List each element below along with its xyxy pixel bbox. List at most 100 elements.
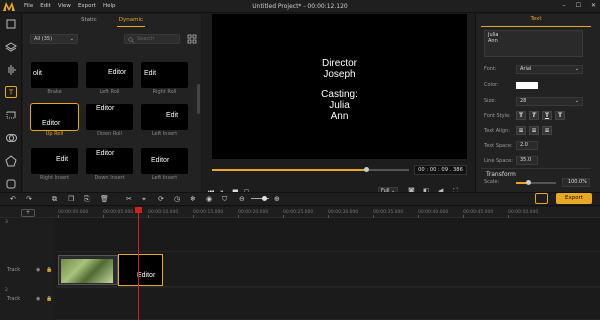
sticker-icon[interactable] — [5, 178, 17, 190]
video-clip[interactable] — [58, 255, 118, 285]
color-swatch[interactable] — [516, 82, 538, 89]
text-clip[interactable]: Editor — [118, 254, 163, 286]
align-right-icon[interactable]: ≡ — [542, 126, 552, 135]
section-divider — [481, 168, 591, 169]
undo-icon[interactable]: ↶ — [10, 195, 16, 203]
template-thumb-down-insert[interactable]: Editor — [86, 148, 133, 174]
eye-icon[interactable]: ◉ — [36, 296, 40, 302]
template-thumb-brake[interactable]: olit — [31, 62, 78, 88]
preview-line-1: Director — [321, 58, 357, 69]
freeze-icon[interactable]: ❄ — [190, 195, 196, 203]
template-label: Left Roll — [99, 89, 120, 95]
maximize-icon[interactable]: ☐ — [576, 2, 581, 9]
export-button[interactable]: Export — [556, 193, 592, 204]
search-input[interactable]: Search — [124, 34, 180, 44]
track-number: 2 — [5, 288, 8, 293]
paste-icon[interactable]: ⎘ — [84, 195, 90, 204]
template-thumb-up-roll[interactable]: Editor — [30, 103, 79, 131]
scale-input[interactable]: 100.0% — [562, 178, 590, 187]
speed-icon[interactable]: ◷ — [174, 195, 180, 203]
template-thumb-right-roll[interactable]: Edit — [141, 62, 188, 88]
close-icon[interactable]: ✕ — [591, 2, 596, 9]
template-label: Right Roll — [152, 89, 177, 95]
shield-icon[interactable]: ⛉ — [222, 195, 227, 204]
copy-icon[interactable]: ❐ — [68, 195, 74, 203]
redo-icon[interactable]: ↷ — [26, 195, 32, 203]
split-icon[interactable]: ✂ — [126, 195, 132, 203]
filter-icon[interactable] — [5, 132, 17, 144]
align-left-icon[interactable]: ≡ — [516, 126, 526, 135]
adjust-settings-icon[interactable] — [535, 193, 548, 204]
layers-icon[interactable] — [5, 41, 17, 53]
bold-button[interactable]: T — [516, 111, 526, 120]
timeline-zoom-knob[interactable] — [262, 196, 267, 201]
tab-text[interactable]: Text — [481, 16, 591, 27]
library-tabs: Static Dynamic — [23, 16, 201, 27]
template-thumb-down-roll[interactable]: Editor — [86, 104, 133, 130]
thumb-text: Edit — [166, 112, 179, 119]
ruler-tick-label: 00:00:05.000 — [103, 210, 134, 215]
transition-icon[interactable] — [5, 109, 17, 121]
media-rail: T — [0, 14, 22, 192]
text-space-input[interactable]: 2.0 — [516, 141, 538, 150]
delete-icon[interactable]: 🗑 — [100, 195, 109, 203]
grid-view-icon[interactable] — [187, 34, 197, 44]
audio-icon[interactable] — [5, 64, 17, 76]
marker-icon[interactable]: ⌖ — [142, 195, 146, 204]
align-center-icon[interactable]: ≡ — [529, 126, 539, 135]
title-bar: File Edit View Export Help Untitled Proj… — [0, 0, 600, 13]
template-thumb-left-insert[interactable]: Edit — [141, 104, 188, 130]
ruler-tick-label: 00:00:30.000 — [328, 210, 359, 215]
tab-static[interactable]: Static — [79, 16, 99, 27]
scale-slider[interactable] — [516, 180, 556, 185]
category-select[interactable]: All (35) ⌄ — [30, 34, 78, 44]
chevron-down-icon: ⌄ — [69, 36, 74, 42]
text-content-input[interactable]: Julia Ann — [484, 30, 583, 57]
eye-icon[interactable]: ◉ — [36, 267, 40, 273]
preview-line-3: Casting: — [321, 89, 358, 100]
playback-progress-bar[interactable] — [212, 167, 409, 172]
library-scrollbar[interactable] — [197, 84, 200, 114]
italic-button[interactable]: T — [529, 111, 539, 120]
zoom-in-icon[interactable]: ⊕ — [274, 195, 280, 203]
timeline-ruler[interactable]: + 00:00:00.000 00:00:05.000 00:00:10.000 00… — [0, 207, 600, 218]
minimize-icon[interactable]: – — [563, 2, 566, 9]
tab-dynamic[interactable]: Dynamic — [116, 16, 145, 27]
media-icon[interactable] — [5, 18, 17, 30]
crop-tool-icon[interactable]: ⧉ — [52, 195, 57, 204]
preview-line-4: Julia — [329, 100, 350, 111]
playhead[interactable] — [138, 207, 139, 320]
progress-knob[interactable] — [363, 167, 369, 172]
template-thumb-right-insert[interactable]: Edit — [31, 148, 78, 174]
template-thumb-left-roll[interactable]: Editor — [86, 62, 133, 88]
zoom-out-icon[interactable]: ⊖ — [239, 195, 245, 203]
record-icon[interactable]: ◉ — [206, 195, 212, 203]
font-style-label: Font Style: — [484, 113, 511, 119]
search-icon — [128, 37, 134, 43]
search-placeholder: Search — [137, 36, 155, 42]
add-track-button[interactable]: + — [21, 209, 35, 217]
preview-screen: Director Joseph Casting: Julia Ann — [212, 14, 467, 159]
rotate-icon[interactable]: ⟳ — [158, 195, 164, 203]
lock-icon[interactable]: 🔒 — [46, 267, 52, 273]
text-content-value: Julia Ann — [488, 32, 499, 44]
font-label: Font: — [484, 66, 497, 72]
font-select[interactable]: Arial ⌄ — [516, 65, 583, 74]
text-icon[interactable]: T — [5, 86, 17, 98]
preview-panel: Director Joseph Casting: Julia Ann 00 : … — [202, 14, 474, 196]
ruler-tick — [508, 215, 509, 218]
thumb-text: Editor — [151, 157, 170, 164]
template-label: Down Insert — [94, 175, 125, 181]
template-thumb-left-insert-2[interactable]: Editor — [141, 148, 188, 174]
underline-button[interactable]: T — [542, 111, 552, 120]
size-select[interactable]: 28 ⌄ — [516, 97, 583, 106]
progress-fill — [212, 169, 366, 171]
element-icon[interactable] — [5, 155, 17, 167]
lock-icon[interactable]: 🔒 — [46, 296, 52, 302]
thumb-text: olit — [33, 70, 42, 77]
template-label: Down Roll — [97, 131, 122, 137]
line-space-input[interactable]: 35.0 — [516, 156, 538, 165]
shadow-button[interactable]: T — [555, 111, 565, 120]
color-label: Color: — [484, 82, 499, 88]
scale-knob[interactable] — [526, 180, 531, 185]
